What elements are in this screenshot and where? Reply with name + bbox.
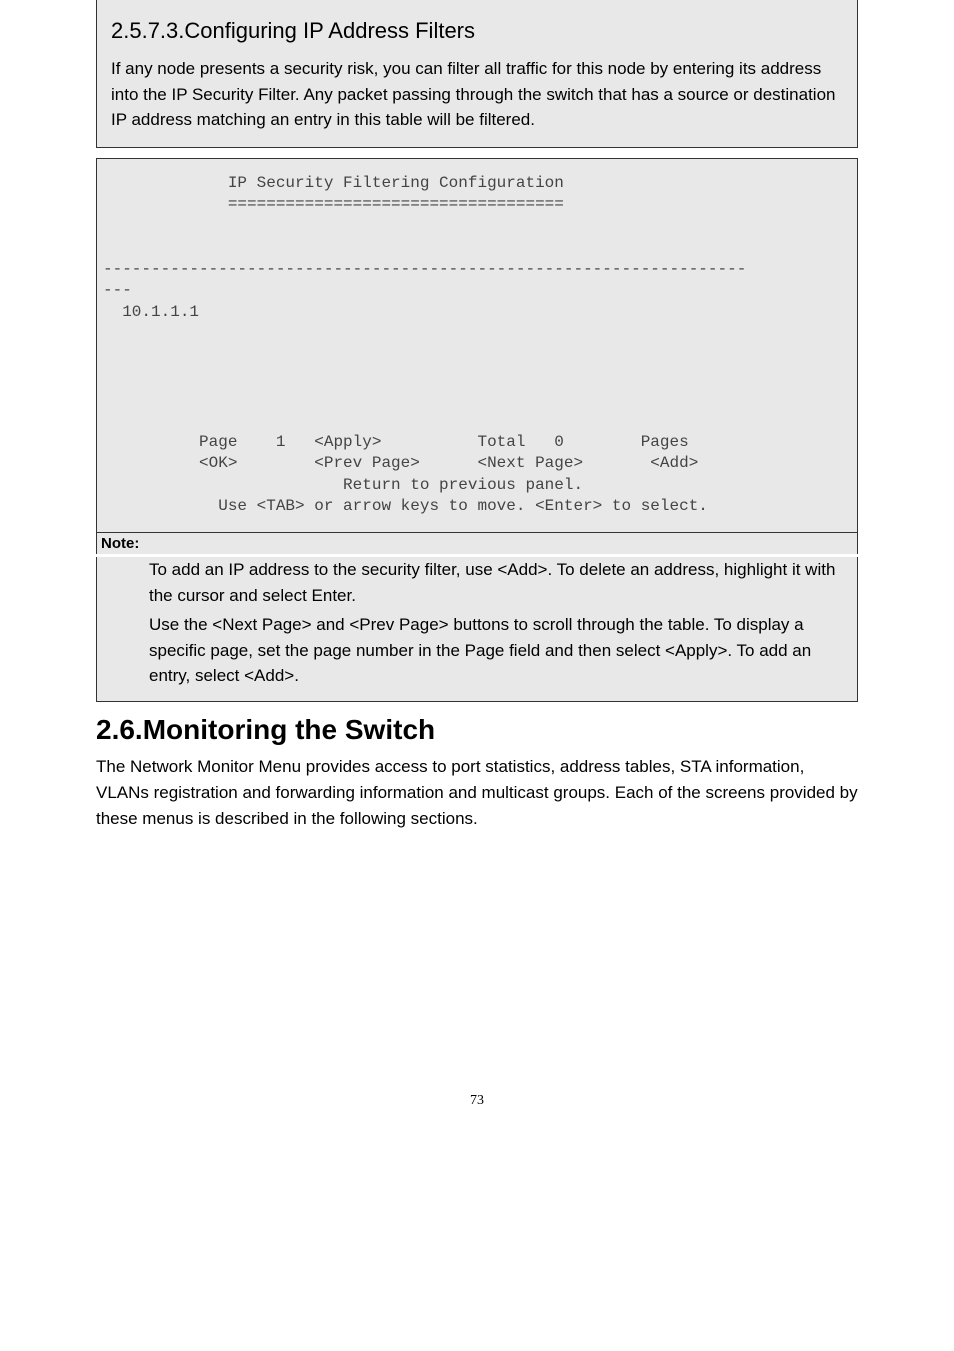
section-title: 2.6.Monitoring the Switch (0, 714, 954, 746)
note-label: Note: (96, 533, 858, 554)
note-paragraph-2: Use the <Next Page> and <Prev Page> butt… (149, 612, 843, 689)
section-body: The Network Monitor Menu provides access… (0, 754, 954, 833)
note-body: To add an IP address to the security fil… (96, 557, 858, 702)
page-number: 73 (0, 1093, 954, 1109)
intro-box: 2.5.7.3.Configuring IP Address Filters I… (96, 0, 858, 148)
note-paragraph-1: To add an IP address to the security fil… (149, 557, 843, 608)
console-screen: IP Security Filtering Configuration ====… (96, 158, 858, 534)
subsection-title: 2.5.7.3.Configuring IP Address Filters (111, 18, 843, 44)
intro-paragraph: If any node presents a security risk, yo… (111, 56, 843, 133)
